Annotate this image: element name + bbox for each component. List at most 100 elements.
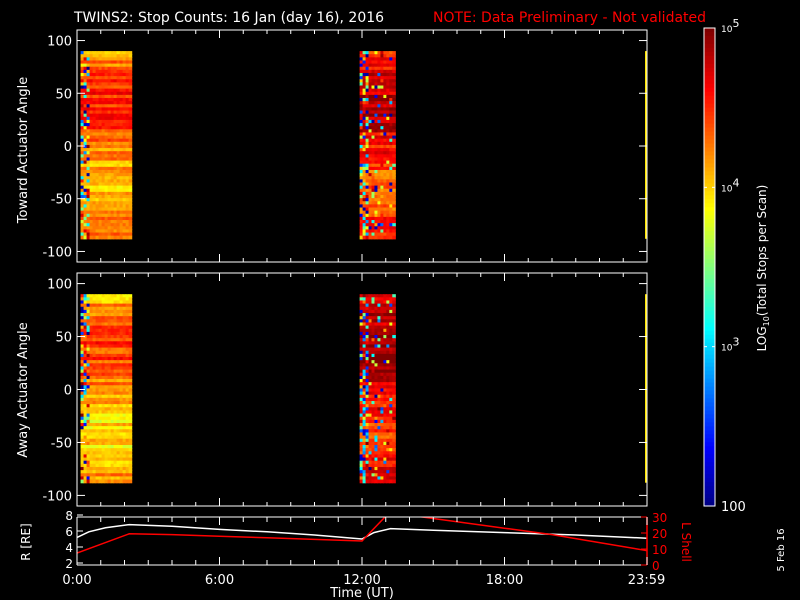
heatmap-cell [392,479,396,484]
colorbar-segment [704,338,715,344]
colorbar-segment [704,346,715,352]
colorbar-segment [704,119,715,125]
colorbar-segment [704,131,715,137]
ytick-left-label: 4 [65,541,73,555]
colorbar-segment [704,358,715,364]
colorbar-tick-label: 103 [721,336,739,354]
colorbar-segment [704,155,715,161]
tick-base: 10 [721,344,733,354]
ytick-label: 100 [47,35,72,50]
colorbar-segment [704,91,715,97]
ytick-label: -100 [42,489,72,504]
colorbar-segment [704,418,715,423]
colorbar-segment [704,490,715,495]
colorbar: 105104103100 [703,17,746,515]
colorbar-segment [704,215,715,220]
colorbar-segment [704,107,715,113]
ytick-left-label: 2 [65,557,73,571]
colorbar-segment [704,123,715,129]
colorbar-segment [704,402,715,408]
xtick-label: 6:00 [205,573,234,588]
colorbar-segment [704,394,715,400]
heatmap-cell [128,235,133,240]
colorbar-segment [704,211,715,216]
colorbar-segment [704,438,715,443]
colorbar-segment [704,99,715,105]
ytick-label: -100 [42,245,72,260]
colorbar-segment [704,354,715,360]
colorbar-segment [704,450,715,455]
colorbar-segment [704,171,715,176]
colorbar-segment [704,310,715,316]
colorbar-segment [704,111,715,117]
colorbar-segment [704,446,715,451]
colorbar-segment [704,247,715,252]
colorbar-segment [704,59,715,65]
twins-stop-counts-plot: TWINS2: Stop Counts: 16 Jan (day 16), 20… [16,10,787,600]
ytick-label: 0 [64,140,72,155]
colorbar-label: LOG10(Total Stops per Scan) [755,185,771,352]
colorbar-segment [704,35,715,41]
time-xlabel: Time (UT) [329,586,394,600]
colorbar-segment [704,414,715,419]
colorbar-segment [704,219,715,224]
footer-date: 5 Feb 16 [776,528,787,571]
colorbar-segment [704,199,715,204]
colorbar-segment [704,163,715,169]
colorbar-segment [704,87,715,93]
colorbar-segment [704,251,715,256]
colorbar-segment [704,430,715,435]
colorbar-segment [704,159,715,165]
colorbar-segment [704,95,715,101]
colorbar-segment [704,79,715,85]
colorbar-segment [704,382,715,388]
colorbar-segment [704,458,715,463]
colorbar-segment [704,255,715,260]
preliminary-note: NOTE: Data Preliminary - Not validated [433,10,706,26]
tick-exp: 5 [732,17,739,30]
away-panel: 100 50 0 -50 -100 [42,272,648,507]
ytick-left-label: 8 [65,509,73,523]
colorbar-segment [704,55,715,61]
colorbar-segment [704,498,715,503]
ytick-label: -50 [51,436,72,451]
colorbar-segment [704,486,715,491]
colorbar-segment [704,203,715,208]
colorbar-segment [704,71,715,77]
colorbar-segment [704,362,715,368]
xtick-label: 23:59 [628,573,665,588]
colorbar-segment [704,267,715,272]
toward-panel: 100 50 0 -50 -100 [42,29,648,263]
ytick-right-label: 30 [652,511,667,525]
colorbar-segment [704,422,715,427]
tick-exp: 3 [732,336,739,349]
colorbar-segment [704,263,715,268]
ytick-right-label: 0 [652,559,660,573]
colorbar-segment [704,494,715,499]
heatmap-cell [392,235,396,240]
colorbar-segment [704,115,715,121]
colorbar-segment [704,231,715,236]
colorbar-segment [704,374,715,380]
plot-title: TWINS2: Stop Counts: 16 Jan (day 16), 20… [73,10,384,26]
colorbar-segment [704,294,715,300]
colorbar-segment [704,398,715,404]
colorbar-segment [704,187,715,192]
colorbar-segment [704,139,715,145]
colorbar-segment [704,75,715,81]
ytick-right-label: 10 [652,543,667,557]
colorbar-segment [704,290,715,296]
ytick-left-label: 6 [65,525,73,539]
colorbar-segment [704,103,715,109]
colorbar-segment [704,191,715,196]
colorbar-segment [704,239,715,244]
colorbar-segment [704,167,715,172]
xtick-label: 18:00 [486,573,523,588]
xtick-label: 0:00 [62,573,91,588]
lshell-ylabel: L Shell [679,522,693,562]
ytick-label: 0 [64,384,72,399]
colorbar-segment [704,286,715,292]
colorbar-segment [704,270,715,276]
ytick-label: 50 [55,87,72,102]
colorbar-segment [704,143,715,149]
